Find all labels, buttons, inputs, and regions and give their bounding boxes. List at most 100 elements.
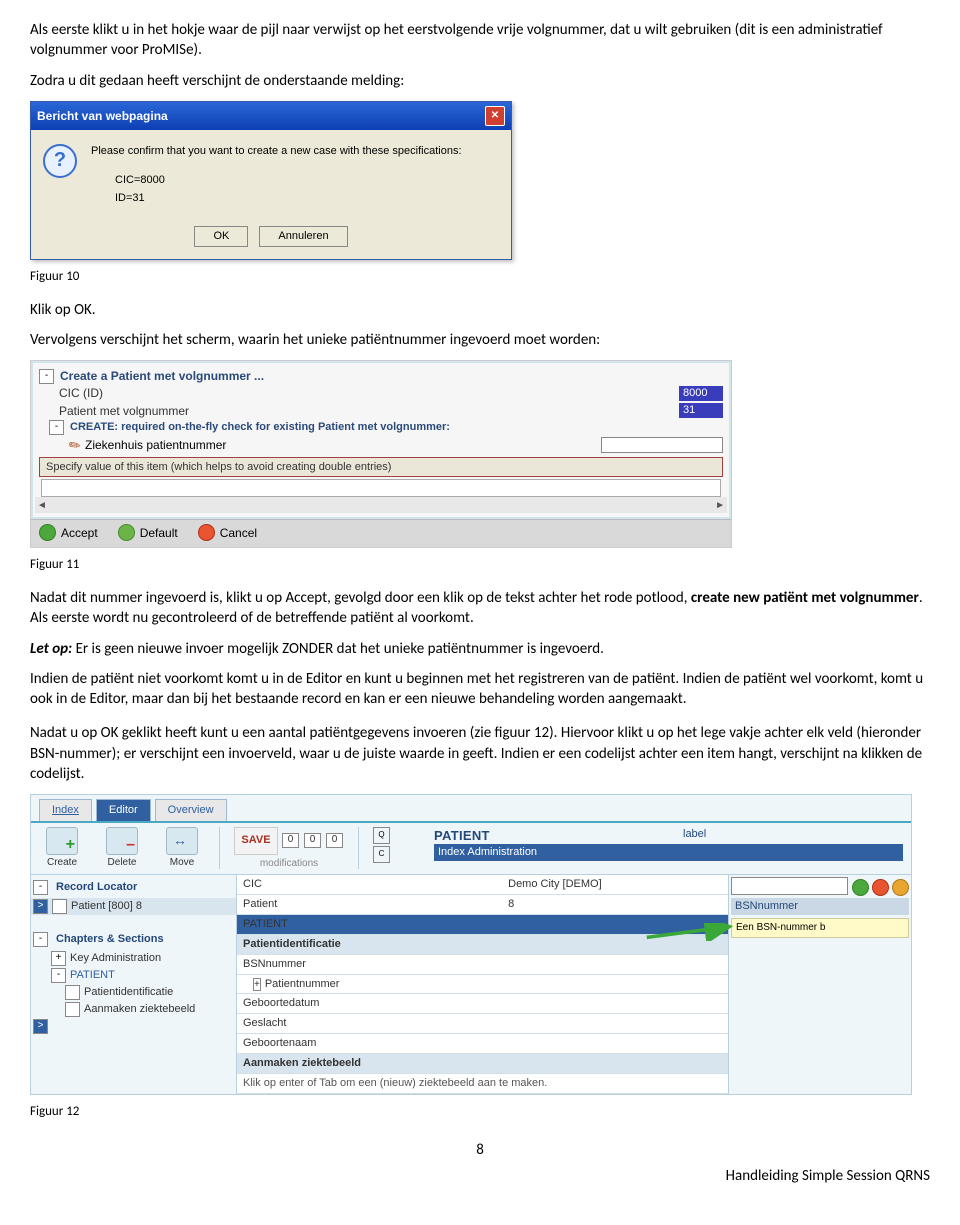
cancel-form-button[interactable]: Cancel [198,524,257,541]
qc-checkboxes[interactable]: QC [373,827,390,863]
specify-header: Specify value of this item (which helps … [39,457,723,478]
scroll-left-icon[interactable]: ◄ [37,499,47,513]
dialog-title: Bericht van webpagina [37,108,168,124]
para5: Nadat dit nummer ingevoerd is, klikt u o… [30,588,930,629]
delete-icon [106,827,138,855]
fld-cic[interactable]: CIC [237,875,502,894]
value-cic: 8000 [679,386,723,401]
create-patient-form: - Create a Patient met volgnummer ... CI… [30,360,732,548]
row-instructie: Klik op enter of Tab om een (nieuw) ziek… [237,1073,728,1093]
label-ziekenhuis-patientnummer: Ziekenhuis patientnummer [85,437,601,453]
rl-patient[interactable]: Patient [800] 8 [71,899,142,914]
toggle-cs[interactable]: - [33,932,48,947]
para2: Zodra u dit gedaan heeft verschijnt de o… [30,71,930,91]
chk-aanmaken[interactable] [65,1002,80,1017]
toolbar-create[interactable]: Create [39,827,85,870]
collapse-toggle-sub[interactable]: - [49,420,64,435]
accept-button[interactable]: Accept [39,524,98,541]
value-volgnummer: 31 [679,403,723,418]
label-bsn-right: BSNnummer [731,898,909,915]
chk-patientid[interactable] [65,985,80,1000]
caption-fig11: Figuur 11 [30,556,930,574]
fld-geboortenaam[interactable]: Geboortenaam [237,1034,502,1054]
dialog-confirm: Bericht van webpagina ✕ ? Please confirm… [30,101,512,260]
row-aanmaken-ziektebeeld: Aanmaken ziektebeeld [237,1053,728,1073]
cs-key-admin[interactable]: Key Administration [70,951,161,966]
collapse-toggle-main[interactable]: - [39,369,54,384]
editor-screenshot: Index Editor Overview Create Delete Move… [30,794,912,1095]
toolbar-delete[interactable]: Delete [99,827,145,870]
label-modifications: modifications [260,857,318,871]
confirm-icon[interactable] [852,879,869,896]
cs-patientidentificatie[interactable]: Patientidentificatie [84,985,173,1000]
checkbox-rl[interactable] [52,899,67,914]
fld-bsn[interactable]: BSNnummer [237,954,502,974]
pencil-icon: ✎ [65,434,86,456]
para8: Nadat u op OK geklikt heeft kunt u een a… [30,723,930,784]
ok-button[interactable]: OK [194,226,248,247]
fld-patient[interactable]: Patient [237,895,502,915]
header-index-admin: Index Administration [434,844,903,861]
tooltip-bsn: Een BSN-nummer b [731,918,909,938]
dialog-msg-line: Please confirm that you want to create a… [91,144,499,159]
h-scrollbar[interactable]: ◄ ► [35,497,727,513]
collapse-patient[interactable]: - [51,968,66,983]
accept-icon [39,524,56,541]
cancel-button[interactable]: Annuleren [259,226,347,247]
close-icon[interactable]: ✕ [485,106,505,126]
val-cic: Demo City [DEMO] [502,875,728,894]
counter-0b: 0 [304,833,321,848]
record-locator-head: Record Locator [52,878,141,897]
tab-editor[interactable]: Editor [96,799,151,821]
help-icon[interactable] [892,879,909,896]
para4: Vervolgens verschijnt het scherm, waarin… [30,330,930,350]
toolbar-move[interactable]: Move [159,827,205,870]
footer-title: Handleiding Simple Session QRNS [30,1166,930,1186]
collapse-rl-item[interactable]: > [33,899,48,914]
dialog-msg-id: ID=31 [91,191,499,206]
header-label: label [683,827,903,845]
fld-geslacht[interactable]: Geslacht [237,1014,502,1034]
input-bsn[interactable] [731,877,848,895]
val-patient: 8 [502,895,728,915]
save-button[interactable]: SAVE [234,827,278,855]
counter-0a: 0 [282,833,299,848]
header-patient: PATIENT [434,827,683,845]
cs-patient[interactable]: PATIENT [70,968,115,983]
move-icon [166,827,198,855]
specify-input[interactable] [41,479,721,497]
annotation-arrow [645,923,735,941]
expand-keyadmin[interactable]: + [51,951,66,966]
chapters-sections-head: Chapters & Sections [52,930,168,949]
caption-fig10: Figuur 10 [30,268,930,286]
default-icon [118,524,135,541]
dialog-message: Please confirm that you want to create a… [91,144,499,211]
cancel-input-icon[interactable] [872,879,889,896]
default-button[interactable]: Default [118,524,178,541]
input-ziekenhuis-patientnummer[interactable] [601,437,723,453]
cs-more[interactable]: > [33,1019,48,1034]
label-volgnummer: Patient met volgnummer [39,403,679,419]
subheader-create: CREATE: required on-the-fly check for ex… [70,420,450,435]
cancel-icon [198,524,215,541]
para1: Als eerste klikt u in het hokje waar de … [30,20,930,61]
fld-geboortedatum[interactable]: Geboortedatum [237,994,502,1014]
cs-aanmaken-ziektebeeld[interactable]: Aanmaken ziektebeeld [84,1002,195,1017]
question-icon: ? [43,144,77,178]
dialog-titlebar: Bericht van webpagina ✕ [31,102,511,130]
form-title: Create a Patient met volgnummer ... [60,368,264,384]
counter-0c: 0 [326,833,343,848]
caption-fig12: Figuur 12 [30,1103,930,1121]
tab-overview[interactable]: Overview [155,799,227,821]
para7: Indien de patiënt niet voorkomt komt u i… [30,669,930,710]
para6: Let op: Er is geen nieuwe invoer mogelij… [30,639,930,659]
create-icon [46,827,78,855]
expand-patientnummer[interactable]: + [253,978,261,991]
para3: Klik op OK. [30,300,930,320]
patient-fields-table: CICDemo City [DEMO] Patient8 PATIENT Pat… [237,875,728,1093]
fld-patientnummer[interactable]: Patientnummer [265,978,340,990]
scroll-right-icon[interactable]: ► [715,499,725,513]
dialog-msg-cic: CIC=8000 [91,173,499,188]
toggle-rl[interactable]: - [33,880,48,895]
tab-index[interactable]: Index [39,799,92,821]
